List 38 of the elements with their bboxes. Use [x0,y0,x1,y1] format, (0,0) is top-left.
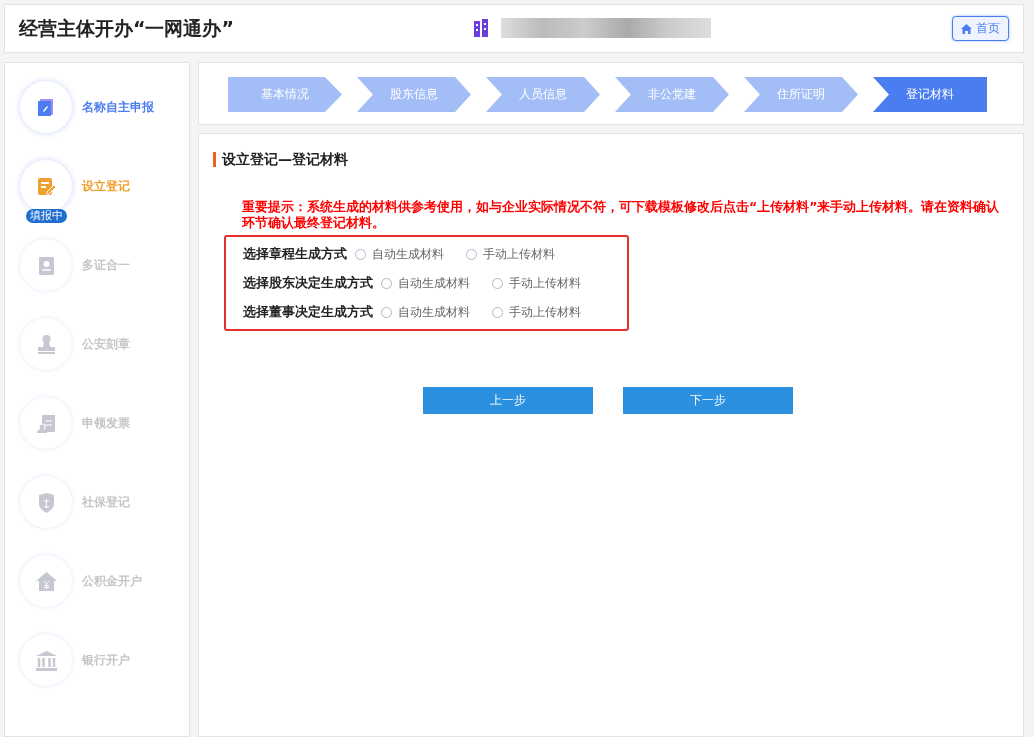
step-tab[interactable]: 非公党建 [615,77,729,112]
radio-button[interactable] [466,248,477,260]
home-icon [961,23,972,34]
radio-button[interactable] [381,306,392,318]
radio-option[interactable]: 自动生成材料 [381,303,470,321]
radio-option[interactable]: 手动上传材料 [466,245,555,263]
sidebar-item[interactable]: 申领发票 [82,414,130,432]
status-badge: 填报中 [26,209,67,223]
sidebar-item[interactable]: 公安刻章 [82,335,130,353]
question-label: 选择股东决定生成方式 [243,274,373,292]
sidebar-item[interactable]: 多证合一 [82,256,130,274]
radio-option[interactable]: 自动生成材料 [381,274,470,292]
sidebar-item[interactable]: 社保登记 [82,493,130,511]
step-button[interactable]: 下一步 [623,387,793,414]
sidebar-item[interactable]: 银行开户 [82,651,130,669]
radio-option[interactable]: 手动上传材料 [492,303,581,321]
radio-button[interactable] [492,277,503,289]
sidebar-item[interactable]: 公积金开户 [82,572,142,590]
radio-option[interactable]: 自动生成材料 [355,245,444,263]
sidebar-item[interactable]: 设立登记 [82,177,130,195]
question-label: 选择董事决定生成方式 [243,303,373,321]
step-tab[interactable]: 基本情况 [228,77,342,112]
notice-text: 重要提示：系统生成的材料供参考使用，如与企业实际情况不符，可下载模板修改后点击“上传材料”来手动上传材料。请在资料确认环节确认最终登记材料。 [242,199,1001,231]
step-button[interactable]: 上一步 [423,387,593,414]
radio-button[interactable] [492,306,503,318]
building-icon [473,19,489,37]
section-title: 设立登记—登记材料 [213,152,1009,167]
step-tab[interactable]: 登记材料 [873,77,987,112]
sidebar-item[interactable]: 名称自主申报 [82,98,154,116]
step-tab[interactable]: 人员信息 [486,77,600,112]
radio-button[interactable] [381,277,392,289]
home-button[interactable]: 首页 [952,16,1009,41]
radio-option[interactable]: 手动上传材料 [492,274,581,292]
app-title: 经营主体开办“一网通办” [19,15,234,41]
radio-button[interactable] [355,248,366,260]
question-label: 选择章程生成方式 [243,245,347,263]
step-tab[interactable]: 股东信息 [357,77,471,112]
step-tab[interactable]: 住所证明 [744,77,858,112]
